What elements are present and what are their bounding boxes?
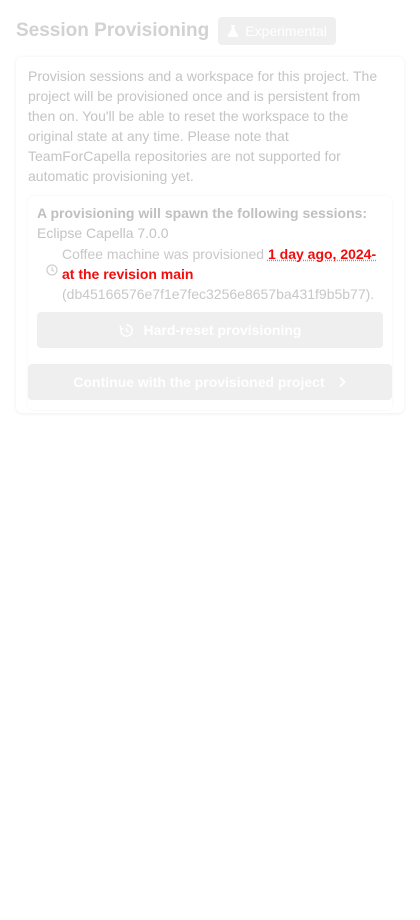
badge-label: Experimental [245,23,327,39]
spawn-title: A provisioning will spawn the following … [37,205,368,221]
status-date: 1 day ago, 2024- [267,246,377,262]
chevron-right-icon [338,376,346,388]
tool-version: Eclipse Capella 7.0.0 [37,225,169,241]
history-icon [119,323,133,337]
clock-icon [46,264,58,276]
status-prefix: Coffee machine was provisioned [62,246,268,262]
continue-label: Continue with the provisioned project [73,374,325,390]
intro-text: Provision sessions and a workspace for t… [28,68,378,184]
provisioning-card: Provision sessions and a workspace for t… [16,57,404,413]
page-header: Session Provisioning Experimental [16,17,336,45]
commit-hash: (db45166576e7f1e7fec3256e8657ba431f9b5b7… [62,286,375,302]
status-revision: at the revision main [62,266,194,282]
experimental-badge: Experimental [218,17,336,45]
continue-button[interactable]: Continue with the provisioned project [28,364,392,400]
flask-icon [227,25,239,37]
provision-status: Coffee machine was provisioned 1 day ago… [62,244,392,264]
page-title: Session Provisioning [16,20,210,41]
hard-reset-label: Hard-reset provisioning [143,322,302,338]
hard-reset-button[interactable]: Hard-reset provisioning [37,312,383,348]
